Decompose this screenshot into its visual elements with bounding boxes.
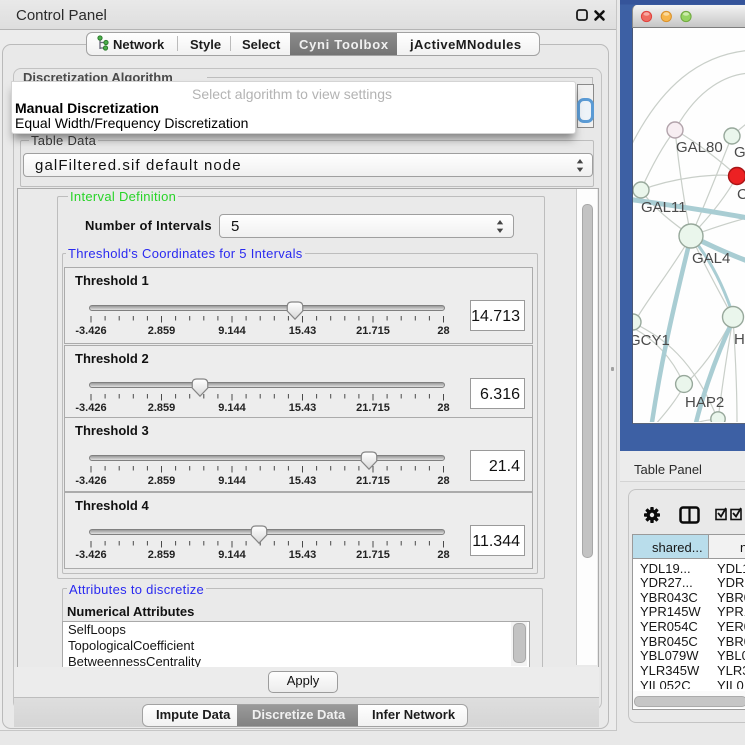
svg-text:C: C [737, 186, 745, 203]
svg-text:H: H [734, 331, 745, 348]
svg-text:HAP2: HAP2 [685, 394, 724, 411]
svg-text:GAL11: GAL11 [641, 199, 687, 216]
svg-text:GCY1: GCY1 [633, 332, 670, 349]
svg-text:GAL4: GAL4 [692, 250, 730, 267]
svg-text:GAL80: GAL80 [676, 139, 723, 156]
svg-text:GA: GA [734, 144, 745, 161]
